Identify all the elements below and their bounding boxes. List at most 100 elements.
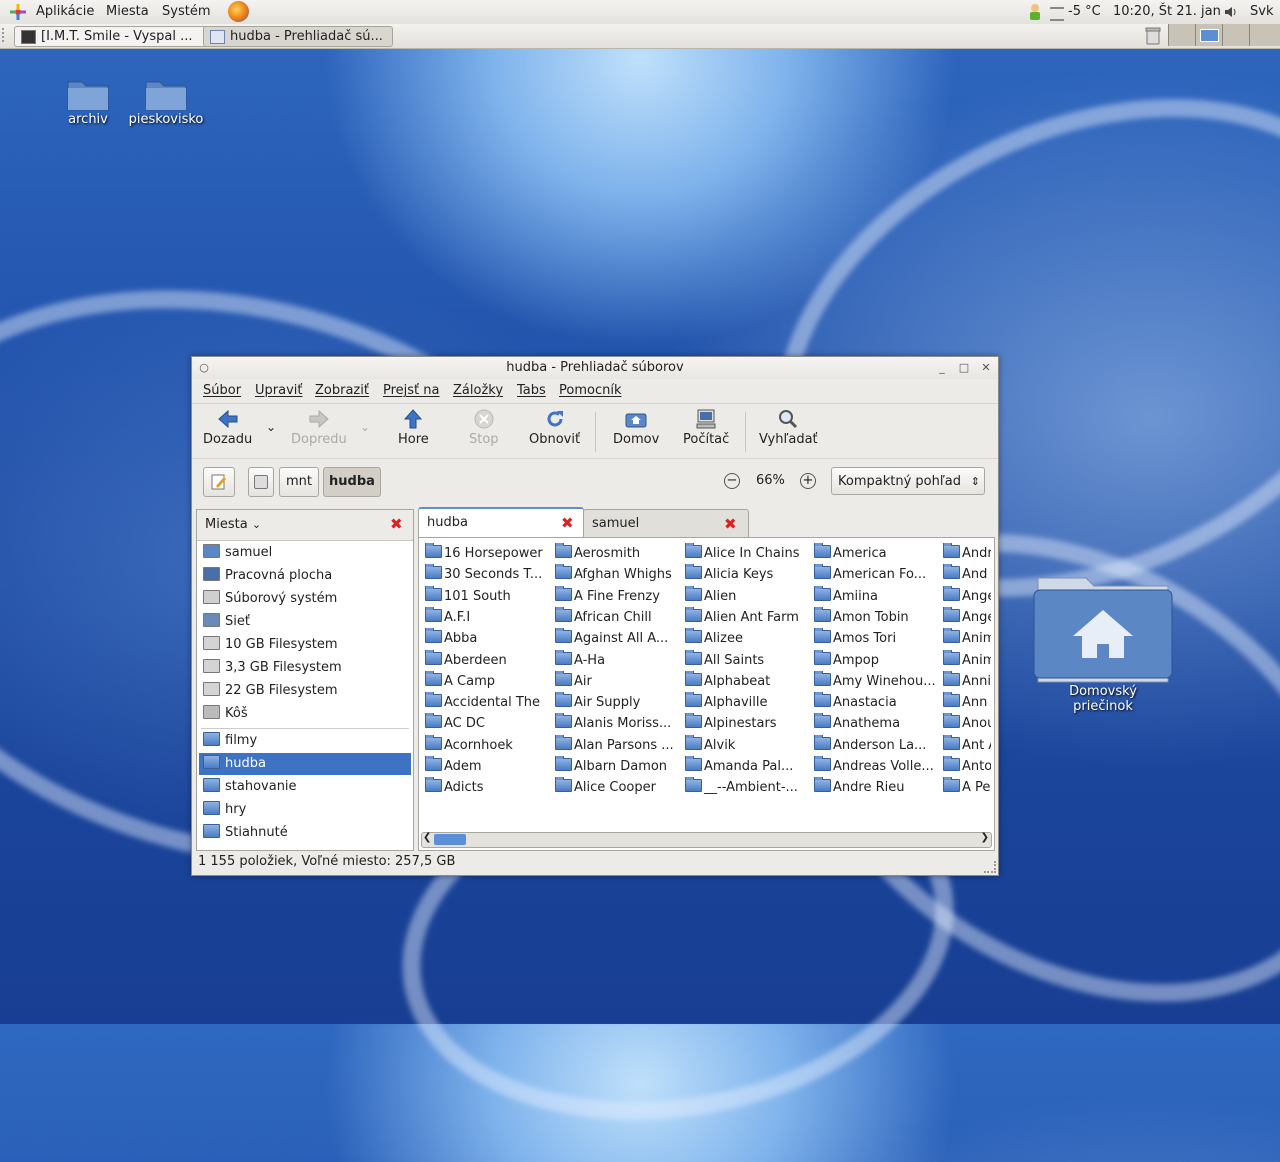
folder-item[interactable]: Amon Tobin <box>814 606 938 628</box>
folder-item[interactable]: 16 Horsepower <box>425 543 549 564</box>
folder-item[interactable]: A-Ha <box>555 649 679 671</box>
place-item[interactable]: Pracovná plocha <box>199 565 411 587</box>
desktop-icon-pieskovisko[interactable]: pieskovisko <box>126 76 206 127</box>
folder-item[interactable]: Alizee <box>685 628 809 649</box>
folder-item[interactable]: Alan Parsons ... <box>555 734 679 756</box>
folder-item[interactable]: A.F.I <box>425 606 549 628</box>
folder-item[interactable]: Ange <box>943 606 991 628</box>
close-tab-icon[interactable]: ✖ <box>724 517 737 532</box>
menu-upravit[interactable]: Upraviť <box>255 383 302 398</box>
folder-item[interactable]: Anastacia <box>814 692 938 713</box>
place-item[interactable]: 10 GB Filesystem <box>199 634 411 656</box>
folder-item[interactable]: Ann <box>943 692 991 713</box>
folder-item[interactable]: Alphaville <box>685 692 809 713</box>
folder-item[interactable]: American Fo... <box>814 564 938 585</box>
folder-item[interactable]: Anathema <box>814 713 938 734</box>
menu-prejst-na[interactable]: Prejsť na <box>383 383 440 398</box>
bookmark-item[interactable]: filmy <box>199 730 411 752</box>
place-item[interactable]: Kôš <box>199 703 411 725</box>
folder-item[interactable]: Acornhoek <box>425 734 549 756</box>
up-button[interactable]: Hore <box>398 408 429 447</box>
workspace-4[interactable] <box>1249 24 1280 46</box>
folder-item[interactable]: Ant A <box>943 734 991 756</box>
folder-item[interactable]: Alien <box>685 585 809 607</box>
folder-item[interactable]: Amanda Pal... <box>685 756 809 777</box>
folder-item[interactable]: Anto <box>943 756 991 777</box>
side-pane-selector[interactable]: Miesta ⌄ <box>205 517 261 532</box>
folder-item[interactable]: Anim <box>943 649 991 671</box>
folder-item[interactable]: Accidental The <box>425 692 549 713</box>
stop-button[interactable]: Stop <box>469 408 499 447</box>
home-button[interactable]: Domov <box>613 408 659 447</box>
folder-item[interactable]: Alvik <box>685 734 809 756</box>
place-item[interactable]: samuel <box>199 542 411 564</box>
place-item[interactable]: Súborový systém <box>199 588 411 610</box>
folder-item[interactable]: Ampop <box>814 649 938 671</box>
close-icon[interactable]: ✕ <box>978 357 994 379</box>
path-button-mnt[interactable]: mnt <box>279 467 319 497</box>
folder-item[interactable]: Adem <box>425 756 549 777</box>
firefox-icon[interactable] <box>228 1 249 22</box>
folder-item[interactable]: A Camp <box>425 670 549 692</box>
folder-item[interactable]: __--Ambient-... <box>685 777 809 798</box>
menu-tabs[interactable]: Tabs <box>517 383 546 398</box>
folder-item[interactable]: Aerosmith <box>555 543 679 564</box>
toggle-location-entry-button[interactable] <box>203 467 235 497</box>
workspace-3[interactable] <box>1222 24 1250 46</box>
tab-samuel[interactable]: samuel ✖ <box>583 509 749 538</box>
menu-zalozky[interactable]: Záložky <box>453 383 503 398</box>
folder-item[interactable]: Anim <box>943 628 991 649</box>
trash-applet-icon[interactable] <box>1144 26 1162 45</box>
folder-item[interactable]: Anderson La... <box>814 734 938 756</box>
window-menu-icon[interactable]: ○ <box>196 357 212 379</box>
workspace-2[interactable] <box>1195 24 1223 46</box>
menu-pomocnik[interactable]: Pomocník <box>559 383 621 398</box>
folder-item[interactable]: Adicts <box>425 777 549 798</box>
path-root-button[interactable] <box>248 467 274 497</box>
scroll-right-arrow-icon[interactable]: ❯ <box>981 832 989 843</box>
zoom-out-icon[interactable]: − <box>724 473 740 489</box>
desktop-icon-home[interactable]: Domovský priečinok <box>1028 566 1178 714</box>
show-desktop-icon[interactable] <box>2 28 10 42</box>
reload-button[interactable]: Obnoviť <box>529 408 580 447</box>
folder-item[interactable]: Air <box>555 670 679 692</box>
folder-item[interactable]: Annie <box>943 670 991 692</box>
folder-item[interactable]: Alien Ant Farm <box>685 606 809 628</box>
computer-button[interactable]: Počítač <box>683 408 729 447</box>
gnome-foot-icon[interactable] <box>9 3 27 21</box>
folder-item[interactable]: All Saints <box>685 649 809 671</box>
folder-item[interactable]: Anou <box>943 713 991 734</box>
bookmark-item[interactable]: hry <box>199 799 411 821</box>
window-titlebar[interactable]: ○ hudba - Prehliadač súborov _ □ ✕ <box>192 357 998 379</box>
back-button[interactable]: Dozadu <box>203 408 252 447</box>
menu-zobrazit[interactable]: Zobraziť <box>315 383 369 398</box>
folder-item[interactable]: Aberdeen <box>425 649 549 671</box>
path-button-hudba[interactable]: hudba <box>323 467 381 497</box>
place-item[interactable]: 3,3 GB Filesystem <box>199 657 411 679</box>
resize-grip-icon[interactable] <box>984 861 996 873</box>
zoom-in-icon[interactable]: + <box>800 473 816 489</box>
folder-item[interactable]: Afghan Whighs <box>555 564 679 585</box>
folder-item[interactable]: Alice In Chains <box>685 543 809 564</box>
folder-item[interactable]: America <box>814 543 938 564</box>
menu-system[interactable]: Systém <box>162 4 210 19</box>
clock[interactable]: 10:20, Št 21. jan <box>1113 4 1221 19</box>
task-file-browser[interactable]: hudba - Prehliadač sú... <box>203 26 393 47</box>
keyboard-layout[interactable]: Svk <box>1250 4 1273 19</box>
tab-hudba[interactable]: hudba ✖ <box>418 507 584 539</box>
place-item[interactable]: 22 GB Filesystem <box>199 680 411 702</box>
scroll-left-arrow-icon[interactable]: ❮ <box>423 832 431 843</box>
workspace-1[interactable] <box>1168 24 1196 46</box>
back-history-chevron-icon[interactable]: ⌄ <box>266 420 276 434</box>
folder-item[interactable]: Amy Winehou... <box>814 670 938 692</box>
folder-item[interactable]: Alanis Moriss... <box>555 713 679 734</box>
zoom-level[interactable]: 66% <box>756 473 785 488</box>
scrollbar-thumb[interactable] <box>434 834 466 845</box>
horizontal-scrollbar[interactable]: ❮ ❯ <box>421 832 992 848</box>
folder-item[interactable]: African Chill <box>555 606 679 628</box>
menu-miesta[interactable]: Miesta <box>106 4 149 19</box>
user-status-icon[interactable] <box>1027 3 1043 21</box>
maximize-icon[interactable]: □ <box>956 357 972 379</box>
folder-item[interactable]: Albarn Damon <box>555 756 679 777</box>
folder-item[interactable]: AC DC <box>425 713 549 734</box>
